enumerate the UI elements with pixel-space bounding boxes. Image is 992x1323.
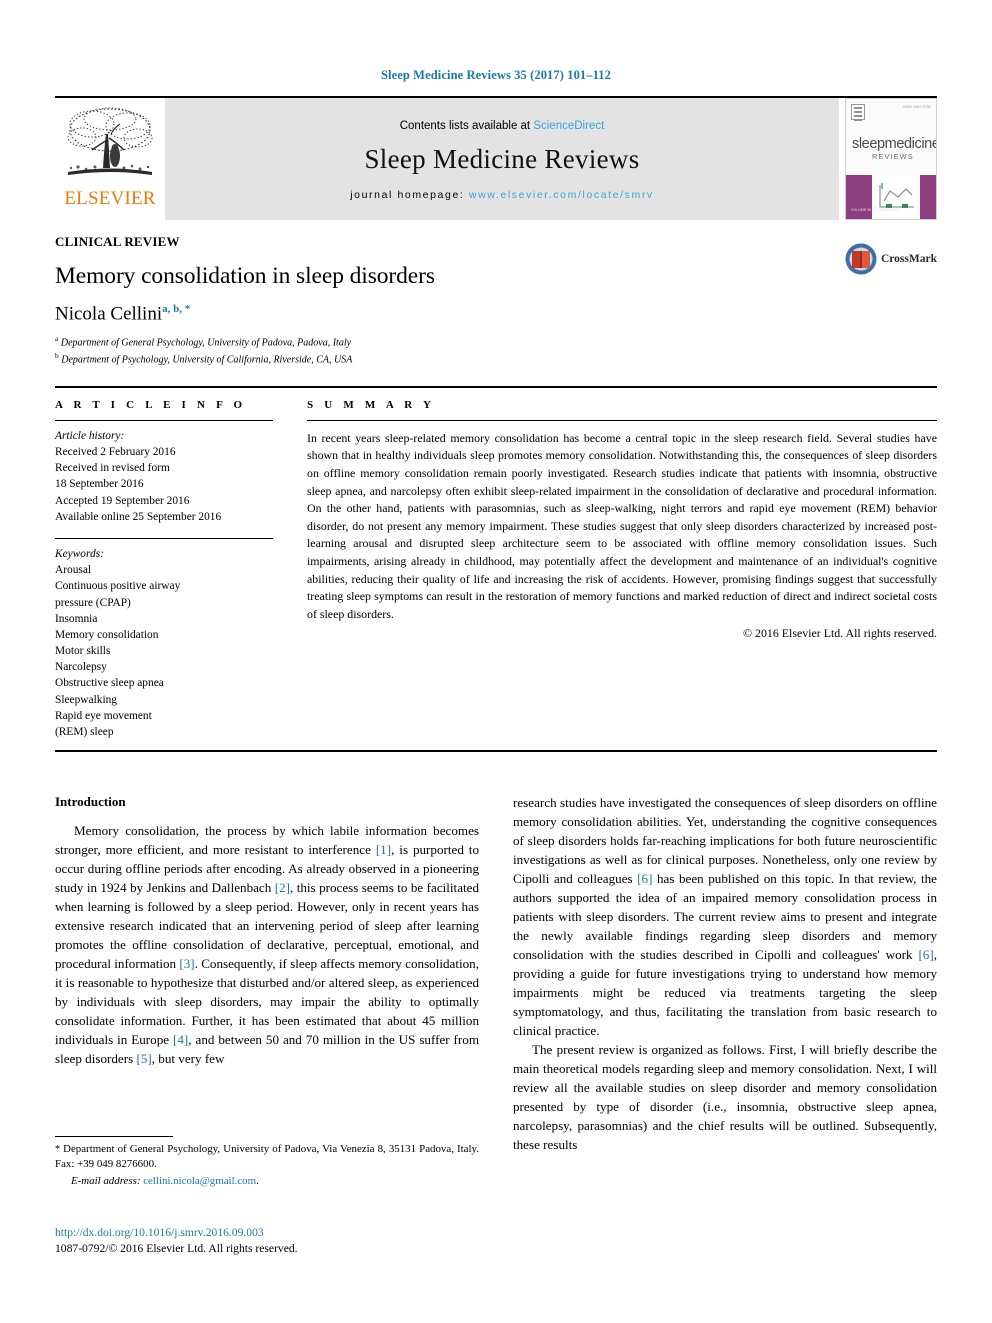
keyword-item: Memory consolidation (55, 628, 159, 641)
publication-footer: http://dx.doi.org/10.1016/j.smrv.2016.09… (55, 1226, 555, 1257)
copyright-line: © 2016 Elsevier Ltd. All rights reserved… (743, 625, 937, 640)
homepage-label: journal homepage: (350, 188, 469, 201)
cover-issn-mark: ISSN 1087-0792 (903, 105, 931, 109)
keywords-block: Keywords: Arousal Continuous positive ai… (55, 539, 273, 740)
article-info-heading: A R T I C L E I N F O (55, 398, 247, 411)
author-affiliation-marks[interactable]: a, b, * (162, 303, 190, 315)
footnote-address: Department of General Psychology, Univer… (55, 1143, 479, 1171)
doi-link[interactable]: http://dx.doi.org/10.1016/j.smrv.2016.09… (55, 1226, 555, 1239)
article-history-label: Article history: (55, 429, 125, 442)
journal-title: Sleep Medicine Reviews (364, 143, 640, 174)
summary-column: S U M M A R Y In recent years sleep-rela… (299, 399, 937, 740)
introduction-heading: Introduction (55, 794, 126, 810)
journal-article-page: Sleep Medicine Reviews 35 (2017) 101–112 (0, 0, 992, 1323)
journal-masthead: ELSEVIER Contents lists available at Sci… (55, 96, 937, 220)
keyword-item: pressure (CPAP) (55, 596, 131, 609)
email-link[interactable]: cellini.nicola@gmail.com (143, 1175, 256, 1187)
citation-ref-6a[interactable]: [6] (637, 871, 652, 886)
article-info-column: A R T I C L E I N F O Article history: R… (55, 399, 299, 740)
citation-ref-3[interactable]: [3] (179, 956, 194, 971)
keyword-item: (REM) sleep (55, 726, 114, 739)
citation-ref-2[interactable]: [2] (275, 880, 290, 895)
body-columns: Introduction Memory consolidation, the p… (55, 794, 937, 1155)
masthead-center-panel: Contents lists available at ScienceDirec… (165, 98, 839, 220)
article-title-block: CLINICAL REVIEW Memory consolidation in … (55, 220, 937, 368)
elsevier-logo: ELSEVIER (55, 98, 165, 220)
history-item: Received in revised form (55, 462, 170, 475)
keyword-item: Sleepwalking (55, 693, 118, 706)
keyword-item: Obstructive sleep apnea (55, 677, 164, 690)
page-title: Memory consolidation in sleep disorders (55, 263, 435, 289)
keyword-item: Arousal (55, 564, 92, 577)
crossmark-badge[interactable]: CrossMark (844, 242, 937, 276)
summary-heading: S U M M A R Y (307, 398, 436, 411)
elsevier-tree-icon (67, 107, 153, 175)
elsevier-wordmark: ELSEVIER (64, 188, 156, 209)
affiliation-b-text: Department of Psychology, University of … (61, 354, 353, 366)
review-organization-paragraph: The present review is organized as follo… (513, 1042, 937, 1152)
sciencedirect-link[interactable]: ScienceDirect (533, 120, 604, 132)
crossmark-icon (845, 243, 877, 275)
citation-ref-6b[interactable]: [6] (918, 947, 933, 962)
affiliation-a: a Department of General Psychology, Univ… (55, 334, 937, 351)
cover-publisher-icon (851, 104, 865, 121)
author-line: Nicola Cellinia, b, * (55, 303, 937, 325)
citation-ref-4[interactable]: [4] (173, 1032, 188, 1047)
cover-journal-title: sleepmedicine (852, 136, 937, 152)
keyword-item: Narcolepsy (55, 661, 107, 674)
history-item: Received 2 February 2016 (55, 446, 176, 459)
email-line: E-mail address: cellini.nicola@gmail.com… (71, 1174, 259, 1187)
cover-footer-mark: VOLUME 35 OCTOBER 2017 (851, 207, 899, 212)
author-name: Nicola Cellini (55, 303, 163, 325)
keywords-label: Keywords: (55, 547, 104, 560)
keyword-item: Continuous positive airway (55, 580, 181, 593)
intro-paragraph-right: research studies have investigated the c… (513, 794, 937, 1041)
history-item: Accepted 19 September 2016 (55, 494, 190, 507)
keyword-item: Motor skills (55, 645, 111, 658)
footnote-divider (55, 1136, 173, 1137)
history-item: Available online 25 September 2016 (55, 510, 222, 523)
affiliation-b-mark: b (55, 351, 59, 360)
keyword-item: Rapid eye movement (55, 709, 152, 722)
body-column-left: Introduction Memory consolidation, the p… (55, 794, 479, 1155)
affiliation-a-text: Department of General Psychology, Univer… (60, 337, 352, 349)
contents-prefix: Contents lists available at (399, 119, 534, 132)
history-item: 18 September 2016 (55, 478, 144, 491)
citation-ref-1[interactable]: [1] (376, 842, 391, 857)
journal-homepage-link[interactable]: www.elsevier.com/locate/smrv (469, 189, 654, 201)
keyword-item: Insomnia (55, 612, 98, 625)
article-history-block: Article history: Received 2 February 201… (55, 421, 273, 525)
corresponding-author-footnote: * Department of General Psychology, Univ… (55, 1136, 479, 1187)
affiliation-a-mark: a (55, 334, 59, 344)
affiliation-b: b Department of Psychology, University o… (55, 351, 937, 368)
abstract-text: In recent years sleep-related memory con… (307, 430, 937, 621)
info-band-bottom-rule (55, 750, 937, 753)
issn-copyright-line: 1087-0792/© 2016 Elsevier Ltd. All right… (55, 1242, 298, 1255)
journal-cover-thumbnail[interactable]: ISSN 1087-0792 sleepmedicine REVIEWS VOL… (845, 98, 937, 220)
running-head: Sleep Medicine Reviews 35 (2017) 101–112 (380, 68, 611, 82)
journal-homepage-line: journal homepage: www.elsevier.com/locat… (350, 189, 654, 201)
citation-ref-5[interactable]: [5] (136, 1051, 151, 1066)
body-column-right: research studies have investigated the c… (513, 794, 937, 1155)
contents-available-line: Contents lists available at ScienceDirec… (400, 120, 605, 132)
email-label: E-mail address: (71, 1174, 141, 1187)
footnote-text: * Department of General Psychology, Univ… (55, 1142, 479, 1173)
intro-text-f: , but very few (151, 1051, 225, 1067)
article-type-kicker: CLINICAL REVIEW (55, 234, 180, 249)
crossmark-label: CrossMark (880, 253, 937, 265)
article-info-summary-band: A R T I C L E I N F O Article history: R… (55, 385, 937, 740)
cover-journal-subtitle: REVIEWS (872, 152, 914, 161)
intro-paragraph-left: Memory consolidation, the process by whi… (55, 822, 479, 1069)
